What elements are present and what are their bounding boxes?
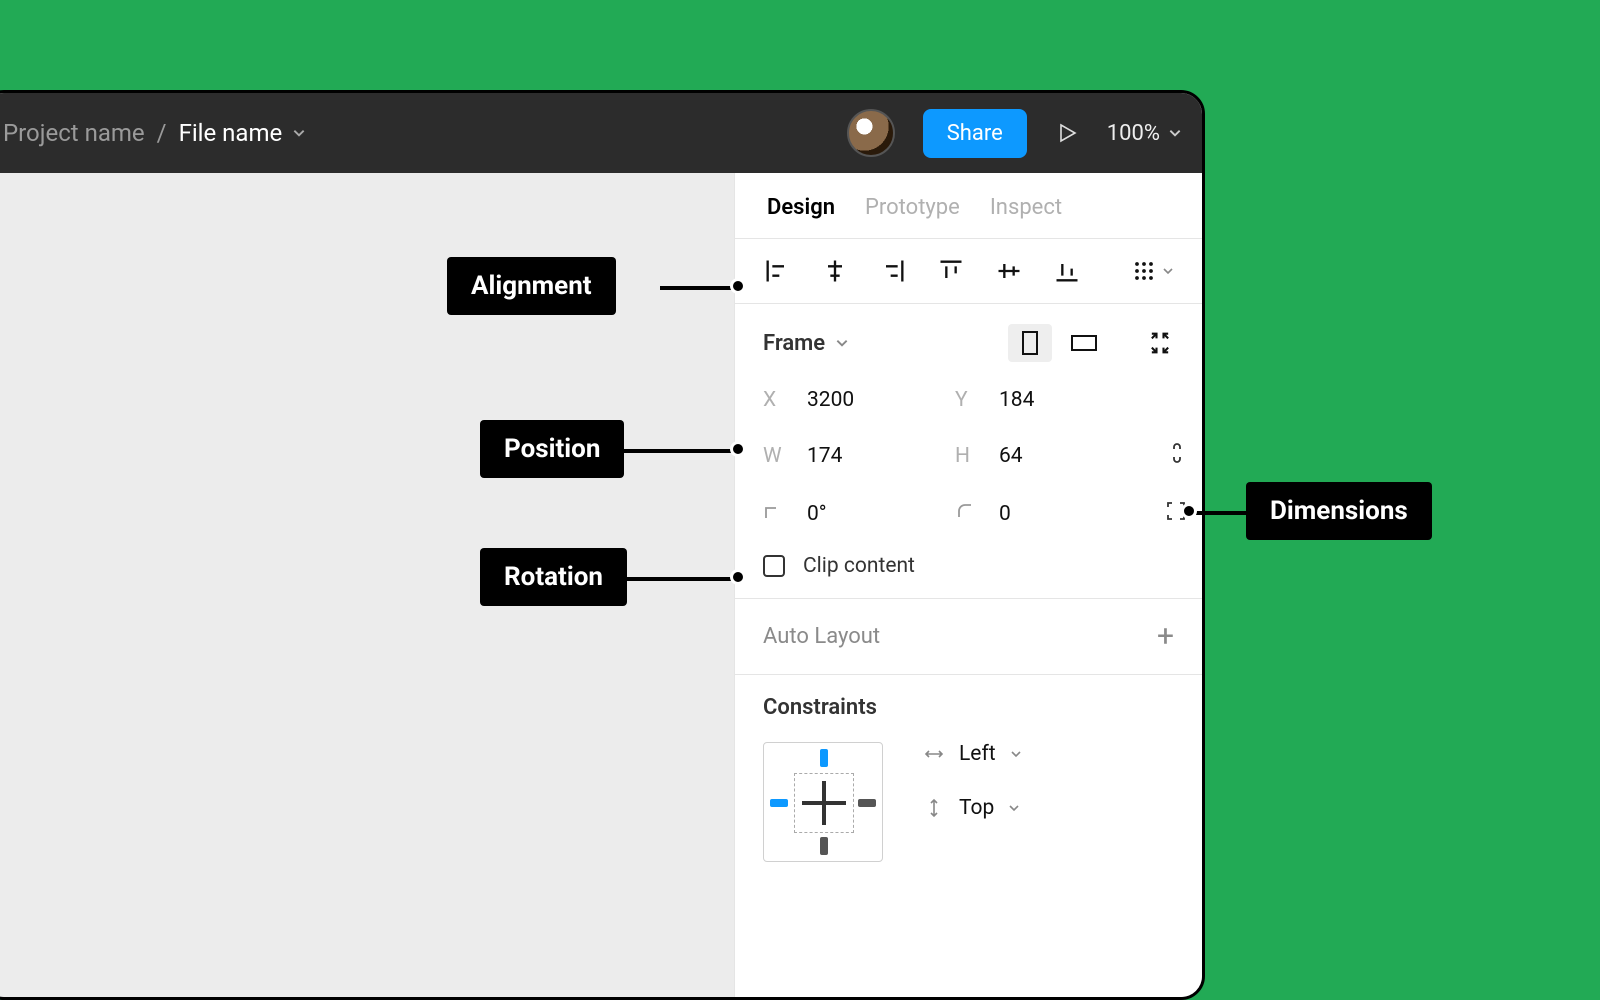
tab-design[interactable]: Design [767,195,835,220]
chevron-down-icon [1008,802,1020,814]
value-y[interactable]: 184 [999,388,1129,412]
chevron-down-icon [835,336,849,350]
align-right-icon[interactable] [879,257,907,285]
value-w[interactable]: 174 [807,444,937,468]
constraints-widget[interactable] [763,742,883,862]
topbar-right: Share 100% [847,109,1182,158]
frame-section: Frame X 3200 Y 184 W 174 H 64 [735,303,1202,598]
value-radius[interactable]: 0 [999,502,1129,526]
breadcrumb-sep: / [157,119,167,147]
align-top-icon[interactable] [937,257,965,285]
add-autolayout-icon[interactable]: + [1157,619,1174,654]
annotation-lead [623,449,732,453]
rotation-icon [763,501,789,527]
value-x[interactable]: 3200 [807,388,937,412]
corner-radius-icon [955,501,981,527]
align-left-icon[interactable] [763,257,791,285]
panel-tabs: Design Prototype Inspect [735,173,1202,238]
file-name[interactable]: File name [179,119,307,147]
chevron-down-icon[interactable] [1162,265,1174,277]
autolayout-section: Auto Layout + [735,598,1202,674]
orientation-portrait[interactable] [1008,324,1052,362]
annotation-alignment: Alignment [447,257,616,315]
project-name[interactable]: Project name [3,119,145,147]
orientation-landscape[interactable] [1062,324,1106,362]
annotation-dot [730,569,746,585]
label-y: Y [955,388,981,412]
zoom-value: 100% [1107,121,1160,146]
play-icon[interactable] [1055,121,1079,145]
annotation-dimensions: Dimensions [1246,482,1432,540]
annotation-lead [623,577,732,581]
app-window: Project name / File name Share 100% Desi… [0,90,1205,1000]
annotation-lead [660,286,732,290]
resize-to-fit-icon[interactable] [1146,329,1174,357]
label-h: H [955,444,981,468]
constraint-v-dropdown[interactable]: Top [923,796,1022,820]
frame-type-label: Frame [763,331,825,356]
clip-content-label: Clip content [803,554,915,578]
file-name-label: File name [179,119,283,147]
annotation-dot [730,278,746,294]
chevron-down-icon [1168,126,1182,140]
constraints-title: Constraints [763,695,1174,720]
chevron-down-icon [292,126,306,140]
clip-content-checkbox[interactable] [763,555,785,577]
link-dimensions-icon[interactable] [1167,440,1187,472]
arrow-vertical-icon [923,797,945,819]
alignment-section [735,238,1202,303]
constraint-h-dropdown[interactable]: Left [923,742,1022,766]
constraint-h-value: Left [959,742,996,766]
value-rotation[interactable]: 0° [807,502,937,526]
chevron-down-icon [1010,748,1022,760]
autolayout-label: Auto Layout [763,624,880,649]
tidy-icon[interactable] [1130,257,1158,285]
align-hcenter-icon[interactable] [821,257,849,285]
align-vcenter-icon[interactable] [995,257,1023,285]
constraint-v-value: Top [959,796,994,820]
align-bottom-icon[interactable] [1053,257,1081,285]
tab-prototype[interactable]: Prototype [865,195,960,220]
annotation-rotation: Rotation [480,548,627,606]
annotation-lead [1196,511,1248,515]
annotation-dot [1181,503,1197,519]
avatar[interactable] [847,109,895,157]
label-x: X [763,388,789,412]
frame-type-dropdown[interactable]: Frame [763,331,849,356]
share-button[interactable]: Share [923,109,1027,158]
tab-inspect[interactable]: Inspect [990,195,1062,220]
value-h[interactable]: 64 [999,444,1129,468]
arrow-horizontal-icon [923,743,945,765]
breadcrumb: Project name / File name [3,119,306,147]
annotation-dot [730,441,746,457]
topbar: Project name / File name Share 100% [0,93,1202,173]
label-w: W [763,444,789,468]
annotation-position: Position [480,420,624,478]
design-panel: Design Prototype Inspect [734,173,1202,997]
constraints-section: Constraints Left [735,674,1202,882]
zoom-dropdown[interactable]: 100% [1107,121,1182,146]
